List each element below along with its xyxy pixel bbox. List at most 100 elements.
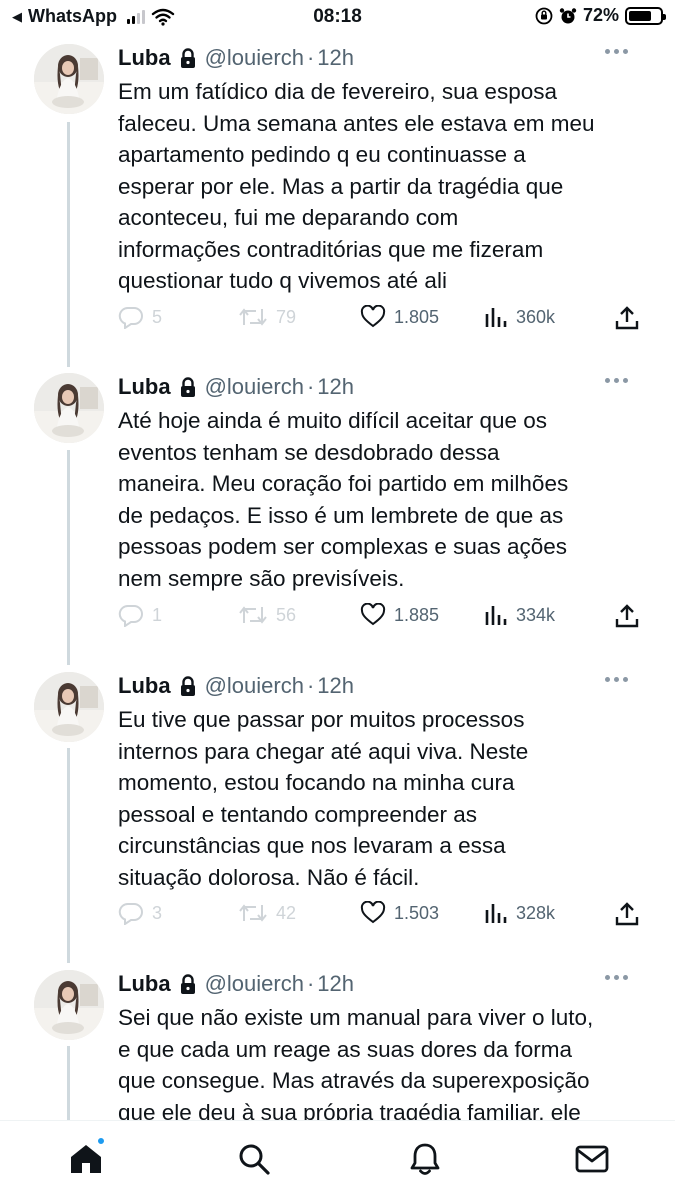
nav-notifications[interactable] — [405, 1139, 445, 1179]
status-bar: ◀ WhatsApp 08:18 72% — [0, 0, 675, 36]
views-button[interactable]: 334k — [484, 603, 555, 627]
tweet-time[interactable]: 12h — [317, 673, 354, 699]
more-icon[interactable] — [605, 49, 628, 54]
author-name[interactable]: Luba — [118, 673, 171, 699]
nav-search[interactable] — [234, 1139, 274, 1179]
tweet[interactable]: Luba @louierch · 12h Em um fatídico dia de f… — [0, 44, 675, 345]
avatar-photo — [34, 672, 104, 742]
tweet-header: Luba @louierch · 12h — [118, 672, 648, 700]
tweet-body: Luba @louierch · 12h Sei que não existe um m… — [118, 970, 648, 1128]
reply-icon — [118, 306, 143, 329]
tweet[interactable]: Luba @louierch · 12h Sei que não existe um m… — [0, 970, 675, 1125]
tweet-actions: 5 79 1.805 360k — [118, 305, 648, 335]
views-icon — [485, 904, 507, 923]
author-name[interactable]: Luba — [118, 45, 171, 71]
author-name[interactable]: Luba — [118, 374, 171, 400]
view-count: 360k — [516, 306, 556, 327]
mail-icon — [575, 1145, 609, 1173]
protected-account-indicator — [179, 47, 197, 69]
more-icon[interactable] — [605, 378, 628, 383]
retweet-button[interactable]: 42 — [238, 901, 296, 925]
share-icon — [615, 902, 639, 926]
alarm-icon — [559, 7, 577, 23]
share-icon — [615, 604, 639, 628]
tweet-actions: 3 42 1.503 328k — [118, 901, 648, 931]
reply-button[interactable]: 1 — [118, 603, 162, 627]
tweet-time[interactable]: 12h — [317, 45, 354, 71]
retweet-icon — [239, 606, 267, 624]
tweet-actions: 1 56 1.885 334k — [118, 603, 648, 633]
retweet-count: 42 — [276, 902, 297, 923]
view-count: 328k — [516, 902, 556, 923]
nav-messages[interactable] — [572, 1139, 612, 1179]
battery-level — [629, 10, 651, 21]
tweet-text: Em um fatídico dia de fevereiro, sua esp… — [118, 79, 595, 293]
reply-count: 5 — [152, 306, 163, 327]
author-handle[interactable]: @louierch — [205, 45, 304, 71]
protected-account-indicator — [179, 376, 197, 398]
retweet-button[interactable]: 79 — [238, 305, 296, 329]
status-right: 72% — [535, 5, 666, 26]
avatar-photo — [34, 373, 104, 443]
views-icon — [485, 606, 507, 625]
like-button[interactable]: 1.885 — [360, 603, 439, 627]
like-count: 1.503 — [394, 902, 440, 923]
retweet-icon — [239, 904, 267, 922]
author-handle[interactable]: @louierch — [205, 374, 304, 400]
reply-icon — [118, 902, 143, 925]
separator-dot: · — [306, 45, 315, 70]
tweet-header: Luba @louierch · 12h — [118, 44, 648, 72]
reply-count: 3 — [152, 902, 163, 923]
lock-icon — [180, 675, 195, 696]
bell-icon — [410, 1143, 440, 1175]
share-button[interactable] — [614, 305, 640, 331]
tweet-header: Luba @louierch · 12h — [118, 373, 648, 401]
tweet-body: Luba @louierch · 12h Eu tive que passar por … — [118, 672, 648, 893]
protected-account-indicator — [179, 973, 197, 995]
avatar[interactable] — [34, 44, 104, 114]
heart-icon — [360, 901, 386, 924]
more-icon[interactable] — [605, 677, 628, 682]
protected-account-indicator — [179, 675, 197, 697]
share-button[interactable] — [614, 603, 640, 629]
like-button[interactable]: 1.805 — [360, 305, 439, 329]
tweet-text: Eu tive que passar por muitos processos … — [118, 707, 529, 890]
separator-dot: · — [306, 673, 315, 698]
view-count: 334k — [516, 604, 556, 625]
retweet-count: 79 — [276, 306, 297, 327]
views-button[interactable]: 328k — [484, 901, 555, 925]
author-handle[interactable]: @louierch — [205, 971, 304, 997]
avatar[interactable] — [34, 672, 104, 742]
bottom-nav — [0, 1120, 675, 1200]
tweet-body: Luba @louierch · 12h Até hoje ainda é muito … — [118, 373, 648, 594]
avatar-photo — [34, 44, 104, 114]
retweet-button[interactable]: 56 — [238, 603, 296, 627]
tweet-time[interactable]: 12h — [317, 971, 354, 997]
retweet-icon — [239, 308, 267, 326]
reply-count: 1 — [152, 604, 163, 625]
separator-dot: · — [306, 374, 315, 399]
tweet-time[interactable]: 12h — [317, 374, 354, 400]
notification-dot — [96, 1136, 106, 1146]
views-button[interactable]: 360k — [484, 305, 555, 329]
more-icon[interactable] — [605, 975, 628, 980]
avatar[interactable] — [34, 373, 104, 443]
reply-button[interactable]: 5 — [118, 305, 162, 329]
tweet-text: Até hoje ainda é muito difícil aceitar q… — [118, 408, 569, 591]
avatar-photo — [34, 970, 104, 1040]
like-button[interactable]: 1.503 — [360, 901, 439, 925]
battery-percent: 72% — [582, 5, 619, 25]
share-button[interactable] — [614, 901, 640, 927]
separator-dot: · — [306, 971, 315, 996]
tweet-text: Sei que não existe um manual para viver … — [118, 1005, 594, 1125]
reply-icon — [118, 604, 143, 627]
reply-button[interactable]: 3 — [118, 901, 162, 925]
author-name[interactable]: Luba — [118, 971, 171, 997]
heart-icon — [360, 305, 386, 328]
author-handle[interactable]: @louierch — [205, 673, 304, 699]
nav-home[interactable] — [66, 1136, 106, 1179]
share-icon — [615, 306, 639, 330]
home-icon — [71, 1145, 101, 1173]
lock-icon — [180, 973, 195, 994]
avatar[interactable] — [34, 970, 104, 1040]
